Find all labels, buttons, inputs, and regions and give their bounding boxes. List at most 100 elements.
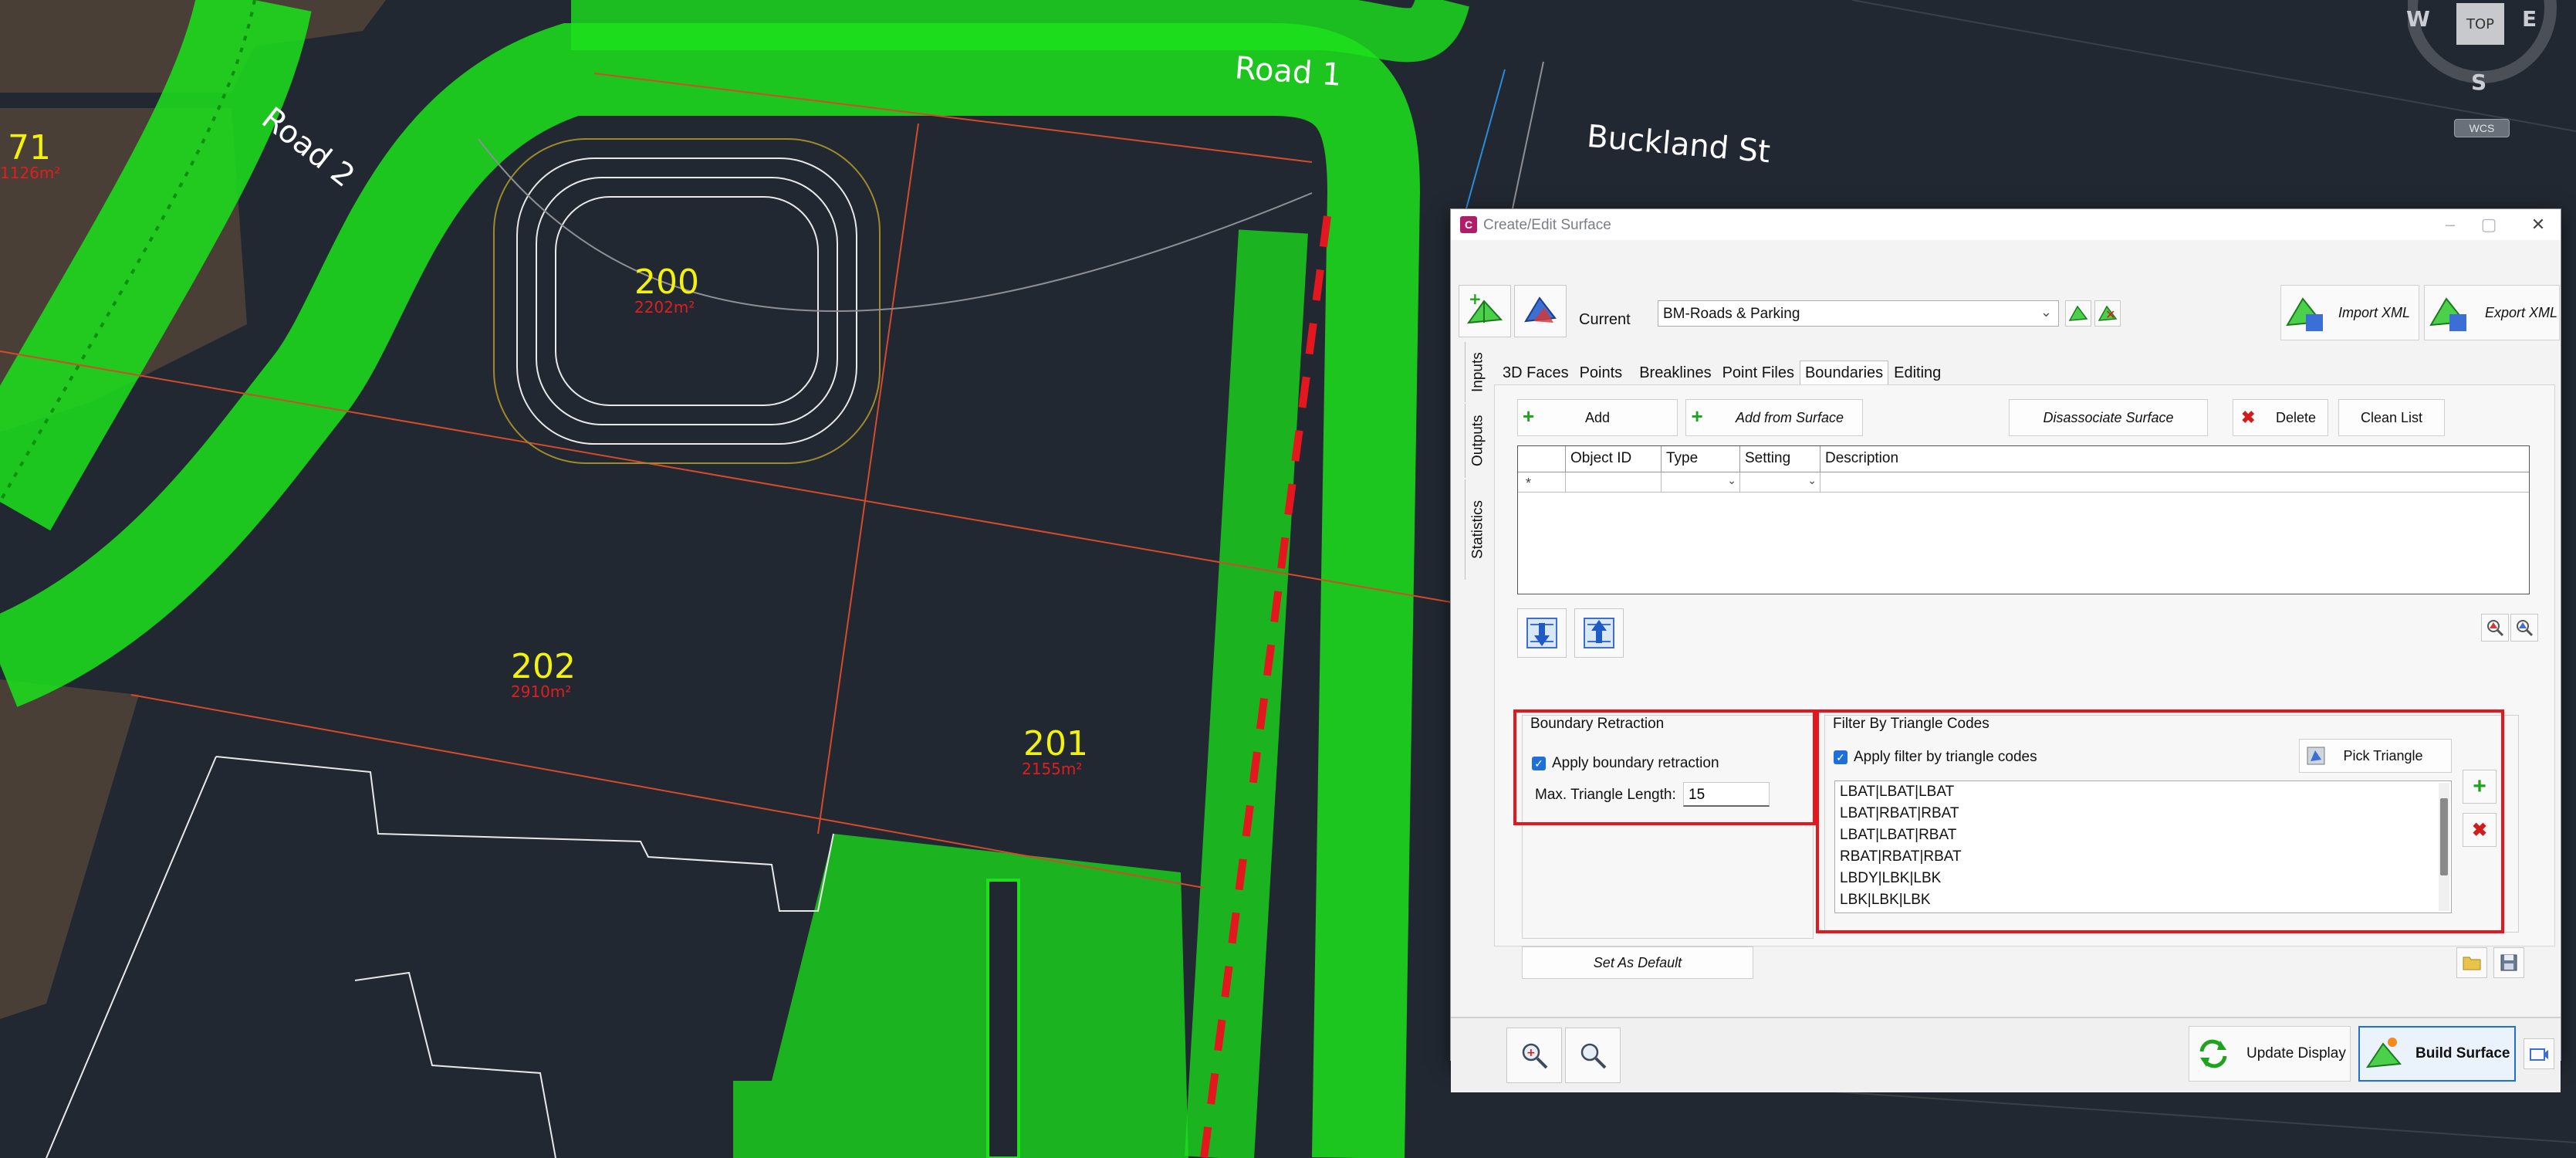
dialog-bottom-bar: + Update Display Build Surface (1451, 1017, 2561, 1092)
move-up-icon (1584, 618, 1614, 648)
surface-properties-icon (1524, 296, 1557, 323)
capture-button[interactable] (2524, 1038, 2554, 1069)
disassociate-surface-button[interactable]: Disassociate Surface (2009, 399, 2208, 436)
triangle-code-item[interactable]: LBAT|RBAT|RBAT (1835, 803, 2451, 824)
triangle-code-item[interactable]: LBK|LBK|LBK (1835, 889, 2451, 911)
grid-cell-description[interactable] (1820, 472, 2529, 493)
surface-properties-button[interactable] (1514, 285, 1567, 337)
close-icon[interactable]: ✕ (2519, 211, 2557, 239)
max-triangle-length-input[interactable]: 15 (1683, 782, 1770, 807)
tab-3d-faces[interactable]: 3D Faces (1497, 361, 1574, 385)
road-1-top-mesh (571, 0, 1469, 63)
tab-boundaries[interactable]: Boundaries (1799, 361, 1889, 385)
triangle-code-item[interactable]: RBAT|RBAT|RBAT (1835, 846, 2451, 868)
triangle-code-item[interactable]: LBAT|LBAT|LBAT (1835, 781, 2451, 803)
export-xml-button[interactable]: Export XML (2424, 285, 2560, 340)
import-xml-button[interactable]: Import XML (2280, 285, 2419, 340)
delete-label: Delete (2275, 409, 2317, 425)
compass-s[interactable]: S (2471, 69, 2486, 95)
export-xml-icon (2429, 297, 2466, 331)
zoom-to-boundary-button[interactable] (2481, 614, 2509, 642)
add-button[interactable]: + Add (1517, 399, 1678, 436)
pick-surface-icon (2068, 305, 2088, 321)
cad-viewport[interactable]: 71 1126m² 200 2202m² 202 2910m² 201 2155… (0, 0, 2576, 1158)
plus-icon: + (1523, 405, 1535, 428)
delete-x-icon: ✖ (2471, 819, 2488, 841)
codes-scrollbar-thumb[interactable] (2440, 798, 2448, 875)
minimize-icon[interactable]: – (2431, 211, 2470, 239)
delete-surface-button[interactable]: ✕ (2094, 300, 2121, 327)
pick-triangle-label: Pick Triangle (2343, 747, 2423, 764)
pick-surface-button[interactable] (2065, 300, 2091, 327)
add-from-surface-button[interactable]: + Add from Surface (1685, 399, 1863, 436)
add-label: Add (1584, 409, 1611, 425)
maximize-icon[interactable]: ▢ (2470, 211, 2508, 239)
side-tab-outputs[interactable]: Outputs (1465, 404, 1491, 478)
new-surface-button[interactable]: + (1459, 285, 1511, 337)
delete-button[interactable]: ✖ Delete (2233, 399, 2328, 436)
grid-cell-setting[interactable]: ⌄ (1740, 472, 1820, 493)
move-up-button[interactable] (1574, 608, 1624, 658)
boundaries-grid[interactable]: Object ID Type Setting Description * ⌄ ⌄ (1517, 445, 2530, 594)
lot-area-202: 2910m² (511, 682, 572, 701)
grid-row-header (1518, 446, 1566, 472)
set-as-default-button[interactable]: Set As Default (1522, 946, 1753, 979)
compass-w[interactable]: W (2406, 6, 2430, 32)
tab-editing[interactable]: Editing (1888, 361, 1946, 385)
clean-list-button[interactable]: Clean List (2338, 399, 2445, 436)
lot-number-200: 200 (634, 262, 699, 302)
open-file-button[interactable] (2456, 947, 2487, 978)
zoom-icon (1580, 1043, 1607, 1069)
grid-cell-object-id[interactable] (1566, 472, 1662, 493)
select-in-drawing-button[interactable] (2510, 614, 2538, 642)
apply-retraction-label[interactable]: Apply boundary retraction (1552, 755, 1719, 772)
grid-cell-type[interactable]: ⌄ (1662, 472, 1740, 493)
pick-triangle-button[interactable]: Pick Triangle (2299, 739, 2452, 773)
viewcube-top[interactable]: TOP (2456, 3, 2504, 45)
dialog-title: Create/Edit Surface (1483, 217, 1611, 233)
zoom-extents-button[interactable]: + (1506, 1028, 1562, 1083)
side-tab-inputs[interactable]: Inputs (1465, 342, 1491, 402)
boundary-retraction-title: Boundary Retraction (1530, 716, 1665, 732)
tab-breaklines[interactable]: Breaklines (1634, 361, 1716, 385)
side-tab-statistics[interactable]: Statistics (1465, 479, 1491, 580)
tab-points[interactable]: Points (1574, 361, 1628, 385)
clean-list-label: Clean List (2360, 409, 2423, 425)
triangle-code-item[interactable]: LBAT|LBAT|RBAT (1835, 824, 2451, 846)
triangle-code-item[interactable]: LBDY|LBK|LBK (1835, 868, 2451, 889)
grid-col-setting[interactable]: Setting (1740, 446, 1820, 472)
pick-triangle-icon (2307, 747, 2325, 765)
compass-e[interactable]: E (2522, 6, 2537, 32)
grid-col-object-id[interactable]: Object ID (1566, 446, 1662, 472)
svg-text:+: + (1526, 1047, 1536, 1059)
move-down-button[interactable] (1517, 608, 1567, 658)
grid-col-description[interactable]: Description (1820, 446, 2529, 472)
add-code-button[interactable]: + (2463, 770, 2497, 804)
import-xml-label: Import XML (2338, 304, 2411, 320)
tab-point-files[interactable]: Point Files (1717, 361, 1800, 385)
dialog-body: + Current BM-Roads & Parking ⌄ ✕ Import … (1451, 240, 2561, 1092)
parking-island (986, 879, 1020, 1158)
wcs-menu[interactable]: WCS (2454, 119, 2510, 137)
app-icon: C (1460, 216, 1477, 233)
update-display-button[interactable]: Update Display (2189, 1026, 2351, 1082)
import-xml-icon (2286, 297, 2323, 331)
select-search-icon (2517, 620, 2534, 637)
apply-retraction-checkbox[interactable]: ✓ (1532, 757, 1546, 770)
svg-text:✕: ✕ (2105, 307, 2115, 322)
save-file-button[interactable] (2493, 947, 2524, 978)
grid-col-type[interactable]: Type (1662, 446, 1740, 472)
build-surface-button[interactable]: Build Surface (2358, 1026, 2516, 1082)
export-xml-label: Export XML (2485, 304, 2558, 320)
apply-filter-checkbox[interactable]: ✓ (1834, 750, 1847, 764)
apply-filter-label[interactable]: Apply filter by triangle codes (1854, 749, 2037, 766)
zoom-button[interactable] (1565, 1028, 1621, 1083)
add-from-surface-label: Add from Surface (1735, 409, 1844, 425)
remove-code-button[interactable]: ✖ (2463, 813, 2497, 847)
dialog-titlebar[interactable]: C Create/Edit Surface – ▢ ✕ (1451, 209, 2561, 240)
codes-scrollbar[interactable] (2439, 783, 2449, 911)
current-surface-select[interactable]: BM-Roads & Parking ⌄ (1658, 300, 2059, 327)
build-surface-icon (2366, 1038, 2402, 1068)
refresh-icon (2199, 1039, 2227, 1068)
triangle-codes-list[interactable]: LBAT|LBAT|LBAT LBAT|RBAT|RBAT LBAT|LBAT|… (1834, 780, 2452, 913)
